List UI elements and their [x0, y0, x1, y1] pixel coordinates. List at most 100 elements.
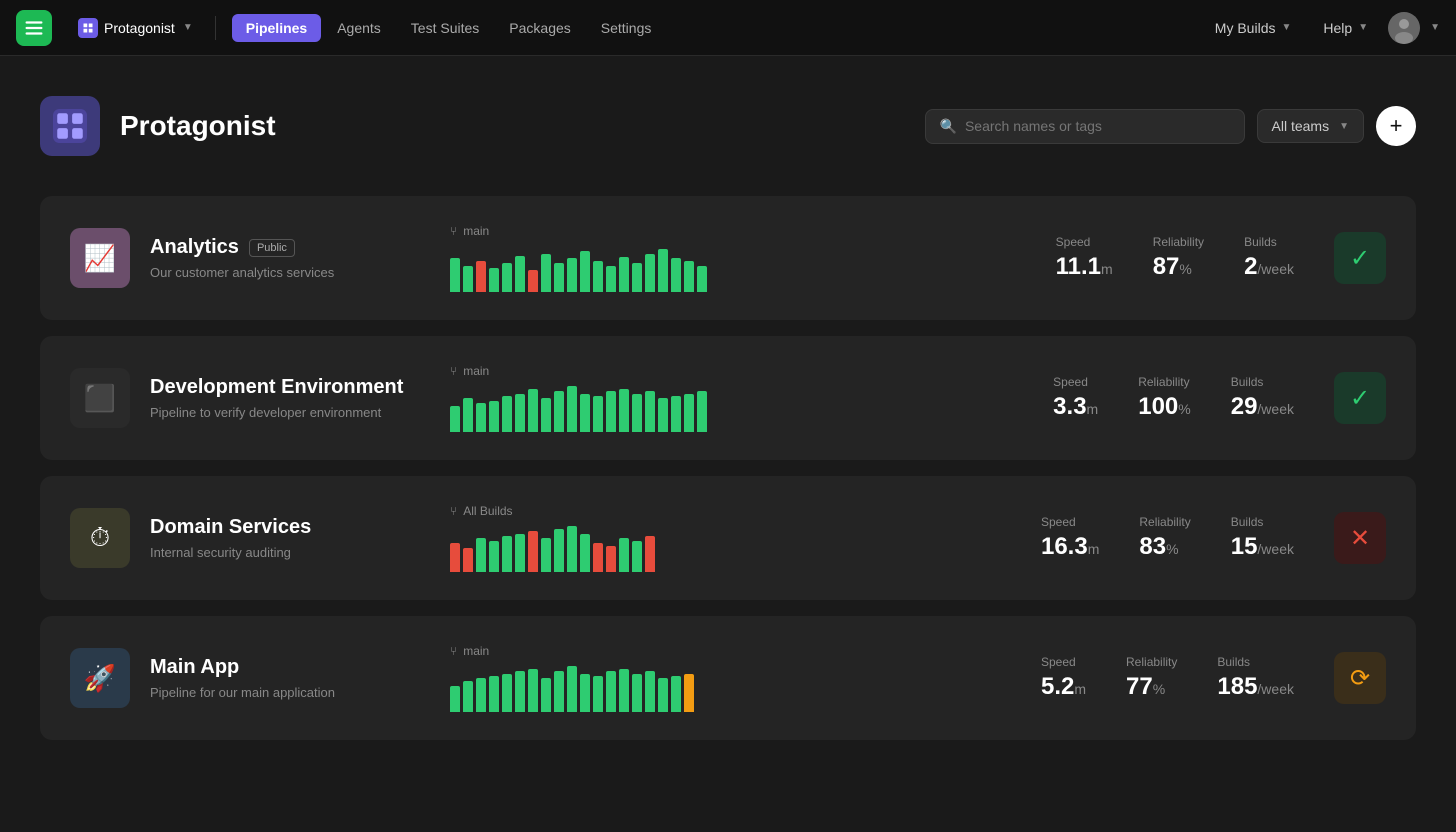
bar [619, 257, 629, 292]
speed-unit: m [1087, 401, 1099, 417]
bar [489, 268, 499, 292]
header-controls: 🔍 All teams ▼ + [925, 106, 1416, 146]
pipeline-icon: ⏱ [70, 508, 130, 568]
bar [645, 391, 655, 432]
reliability-unit: % [1153, 681, 1165, 697]
bar [515, 534, 525, 572]
org-selector[interactable]: Protagonist ▼ [68, 12, 203, 44]
search-box[interactable]: 🔍 [925, 109, 1245, 144]
nav-packages[interactable]: Packages [495, 14, 584, 42]
bar [619, 538, 629, 572]
teams-dropdown[interactable]: All teams ▼ [1257, 109, 1364, 143]
page-title: Protagonist [120, 110, 276, 142]
build-bars [450, 524, 770, 572]
pipeline-name: Development Environment [150, 376, 430, 399]
search-icon: 🔍 [940, 118, 957, 135]
search-input[interactable] [965, 118, 1230, 134]
pipeline-chart: ⑂ All Builds [450, 504, 770, 572]
bar [632, 674, 642, 712]
pipeline-icon: ⬛ [70, 368, 130, 428]
branch-icon: ⑂ [450, 224, 457, 238]
reliability-unit: % [1166, 541, 1178, 557]
nav-settings[interactable]: Settings [587, 14, 666, 42]
speed-label: Speed [1056, 235, 1113, 249]
pipeline-description: Our customer analytics services [150, 265, 430, 280]
speed-label: Speed [1053, 375, 1098, 389]
pipeline-description: Pipeline for our main application [150, 685, 430, 700]
stat-builds: Builds 15/week [1231, 515, 1294, 561]
bar [463, 548, 473, 572]
nav-test-suites[interactable]: Test Suites [397, 14, 493, 42]
bar [671, 676, 681, 712]
bar [671, 258, 681, 292]
nav-agents[interactable]: Agents [323, 14, 395, 42]
builds-label: Builds [1231, 375, 1294, 389]
branch-label: ⑂ main [450, 224, 770, 238]
pipeline-card[interactable]: ⏱ Domain Services Internal security audi… [40, 476, 1416, 600]
bar [567, 526, 577, 572]
pipeline-icon: 🚀 [70, 648, 130, 708]
bar [658, 398, 668, 432]
speed-value: 16.3m [1041, 533, 1099, 561]
pipeline-info: Domain Services Internal security auditi… [150, 516, 430, 560]
help-button[interactable]: Help ▼ [1311, 14, 1380, 42]
pipeline-name: Main App [150, 656, 430, 679]
reliability-label: Reliability [1138, 375, 1191, 389]
bar [632, 394, 642, 432]
bar [554, 671, 564, 712]
bar [697, 391, 707, 432]
bar [580, 674, 590, 712]
pipeline-info: Development Environment Pipeline to veri… [150, 376, 430, 420]
stat-builds: Builds 29/week [1231, 375, 1294, 421]
nav-pipelines[interactable]: Pipelines [232, 14, 321, 42]
my-builds-chevron: ▼ [1281, 22, 1291, 33]
bar [489, 676, 499, 712]
pipeline-description: Pipeline to verify developer environment [150, 405, 430, 420]
reliability-unit: % [1178, 401, 1190, 417]
bar [463, 398, 473, 432]
bar [476, 403, 486, 432]
status-icon: ⟳ [1334, 652, 1386, 704]
bar [528, 389, 538, 432]
reliability-value: 83% [1139, 533, 1190, 561]
teams-chevron: ▼ [1339, 121, 1349, 132]
bar [567, 258, 577, 292]
bar [476, 678, 486, 712]
bar [541, 254, 551, 292]
bar [502, 536, 512, 572]
bar [476, 261, 486, 292]
pipeline-card[interactable]: ⬛ Development Environment Pipeline to ve… [40, 336, 1416, 460]
bar [554, 263, 564, 292]
pipeline-card[interactable]: 📈 Analytics Public Our customer analytic… [40, 196, 1416, 320]
app-logo[interactable] [16, 10, 52, 46]
bar [658, 249, 668, 292]
branch-name: main [463, 644, 489, 658]
pipeline-chart: ⑂ main [450, 364, 770, 432]
bar [580, 394, 590, 432]
bar [606, 671, 616, 712]
bar [658, 678, 668, 712]
bar [515, 256, 525, 292]
builds-value: 185/week [1217, 673, 1294, 701]
avatar-chevron: ▼ [1430, 22, 1440, 33]
nav-links: Pipelines Agents Test Suites Packages Se… [232, 14, 666, 42]
speed-unit: m [1074, 681, 1086, 697]
pipeline-chart: ⑂ main [450, 224, 770, 292]
add-pipeline-button[interactable]: + [1376, 106, 1416, 146]
pipeline-card[interactable]: 🚀 Main App Pipeline for our main applica… [40, 616, 1416, 740]
main-content: Protagonist 🔍 All teams ▼ + 📈 Analytics … [0, 56, 1456, 760]
my-builds-button[interactable]: My Builds ▼ [1203, 14, 1304, 42]
stat-speed: Speed 11.1m [1056, 235, 1113, 281]
speed-label: Speed [1041, 515, 1099, 529]
bar [450, 543, 460, 572]
stat-reliability: Reliability 87% [1153, 235, 1204, 281]
bar [684, 261, 694, 292]
help-chevron: ▼ [1358, 22, 1368, 33]
branch-label: ⑂ main [450, 364, 770, 378]
bar [580, 534, 590, 572]
bar [450, 258, 460, 292]
pipeline-name: Domain Services [150, 516, 430, 539]
bar [463, 681, 473, 712]
bar [697, 266, 707, 292]
user-avatar[interactable] [1388, 12, 1420, 44]
